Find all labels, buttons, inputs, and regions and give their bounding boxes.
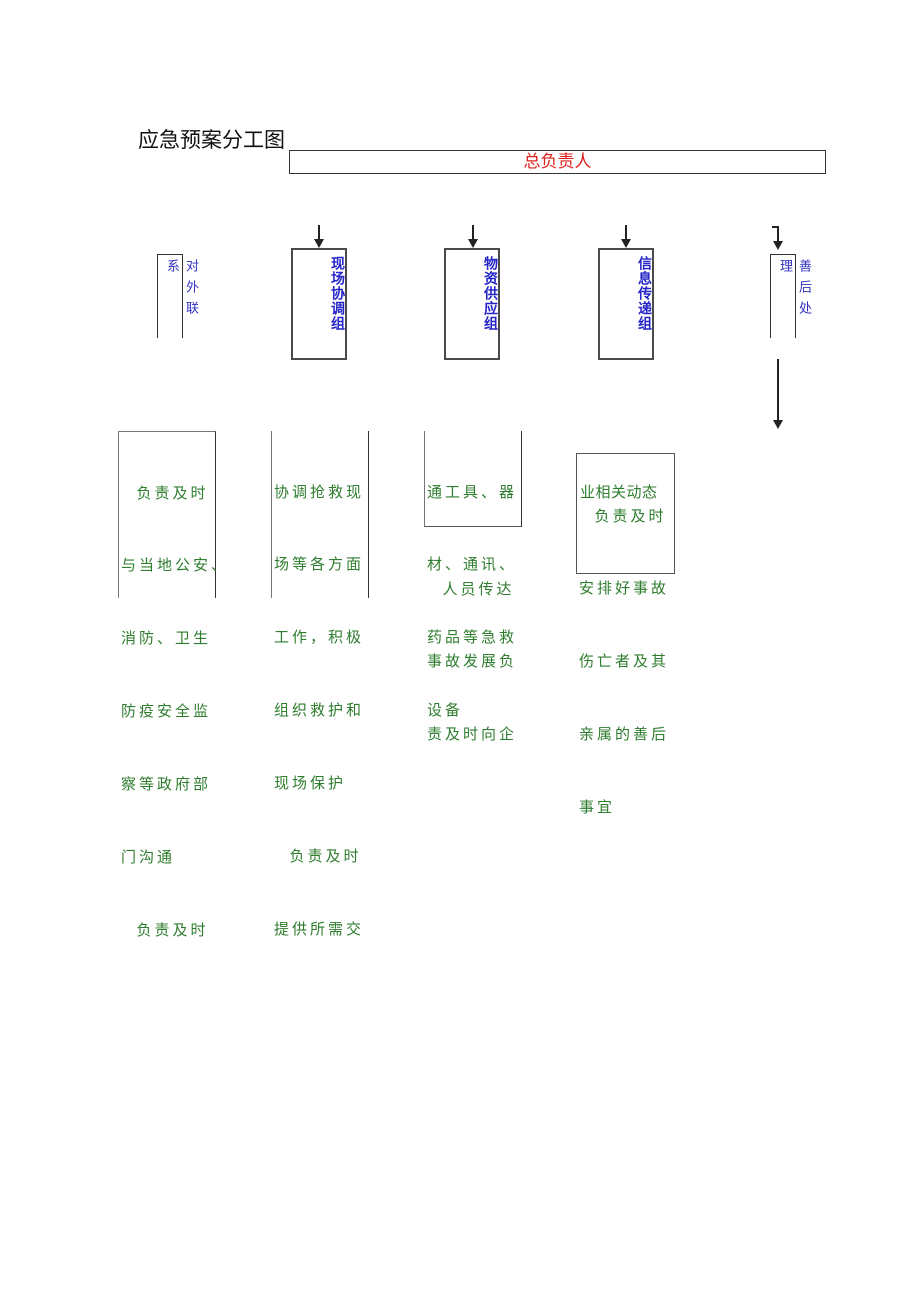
duty-external: 负责及时 与当地公安、 消防、卫生 防疫安全监 察等政府部 门沟通 负责及时	[118, 431, 230, 939]
duty-line: 防疫安全监	[121, 702, 212, 721]
duty-supply-box: 通工具、器 材、通讯、 药品等急救 设备	[424, 431, 522, 719]
duty-line: 事故发展负	[427, 652, 518, 671]
duty-line: 消防、卫生	[121, 629, 212, 648]
long-arrow-aftermath	[773, 359, 783, 429]
group-label: 信息传递组	[636, 256, 652, 331]
duty-line: 负责及时	[274, 847, 362, 866]
duty-line: 与当地公安、	[121, 556, 230, 575]
arrow-shaft	[625, 225, 627, 239]
chief-label: 总负责人	[523, 152, 592, 172]
arrow-down-icon	[314, 239, 324, 248]
duty-line: 协调抢救现	[274, 482, 365, 501]
duty-onsite: 协调抢救现 场等各方面 工作，积极 组织救护和 现场保护 负责及时 提供所需交	[271, 431, 369, 938]
duty-line: 负责及时	[579, 506, 667, 525]
duty-line: 安排好事故	[579, 579, 670, 598]
duty-line: 现场保护	[274, 774, 347, 793]
arrow-shaft	[472, 225, 474, 239]
diagram-title: 应急预案分工图	[138, 128, 285, 152]
arrow-shaft	[777, 228, 779, 241]
duty-line: 察等政府部	[121, 775, 212, 794]
duty-line: 负责及时	[121, 920, 209, 939]
arrow-down-icon	[773, 420, 783, 429]
duty-line: 组织救护和	[274, 701, 365, 720]
arrow-to-info-group	[621, 225, 631, 248]
arrow-down-icon	[773, 241, 783, 250]
group-label: 现场协调组	[329, 256, 345, 331]
duty-line: 提供所需交	[274, 919, 365, 938]
aftermath-label: 善后处理	[777, 259, 811, 322]
duty-line: 门沟通	[121, 848, 176, 867]
duty-info-transfer-text: 人员传达 事故发展负 责及时向企	[425, 528, 523, 795]
duty-line: 负责及时	[121, 483, 209, 502]
bent-arrow-to-aftermath	[772, 226, 783, 250]
arrow-to-onsite-group	[314, 225, 324, 248]
group-label: 物资供应组	[482, 256, 498, 331]
arrow-to-supply-group	[468, 225, 478, 248]
duty-aftermath-box: 负责及时 安排好事故 伤亡者及其 亲属的善后 事宜	[576, 453, 675, 816]
duty-line: 场等各方面	[274, 555, 365, 574]
chief-box: 总负责人	[289, 150, 826, 174]
arrow-shaft	[318, 225, 320, 239]
duty-line: 人员传达	[427, 579, 515, 598]
arrow-shaft	[777, 359, 779, 420]
duty-line: 事宜	[579, 798, 616, 817]
group-onsite-coordination: 现场协调组	[291, 248, 347, 360]
external-contact-label: 对外联系	[164, 259, 198, 322]
external-contact-box: 对外联系	[157, 254, 198, 338]
group-info-transfer: 信息传递组	[598, 248, 654, 360]
arrow-down-icon	[468, 239, 478, 248]
duty-line: 伤亡者及其	[579, 652, 670, 671]
duty-line: 亲属的善后	[579, 725, 670, 744]
duty-line: 责及时向企	[427, 725, 518, 744]
duty-line: 工作，积极	[274, 628, 365, 647]
duty-line: 通工具、器	[427, 482, 518, 501]
aftermath-box: 善后处理	[770, 254, 811, 338]
arrow-down-icon	[621, 239, 631, 248]
group-supply: 物资供应组	[444, 248, 500, 360]
